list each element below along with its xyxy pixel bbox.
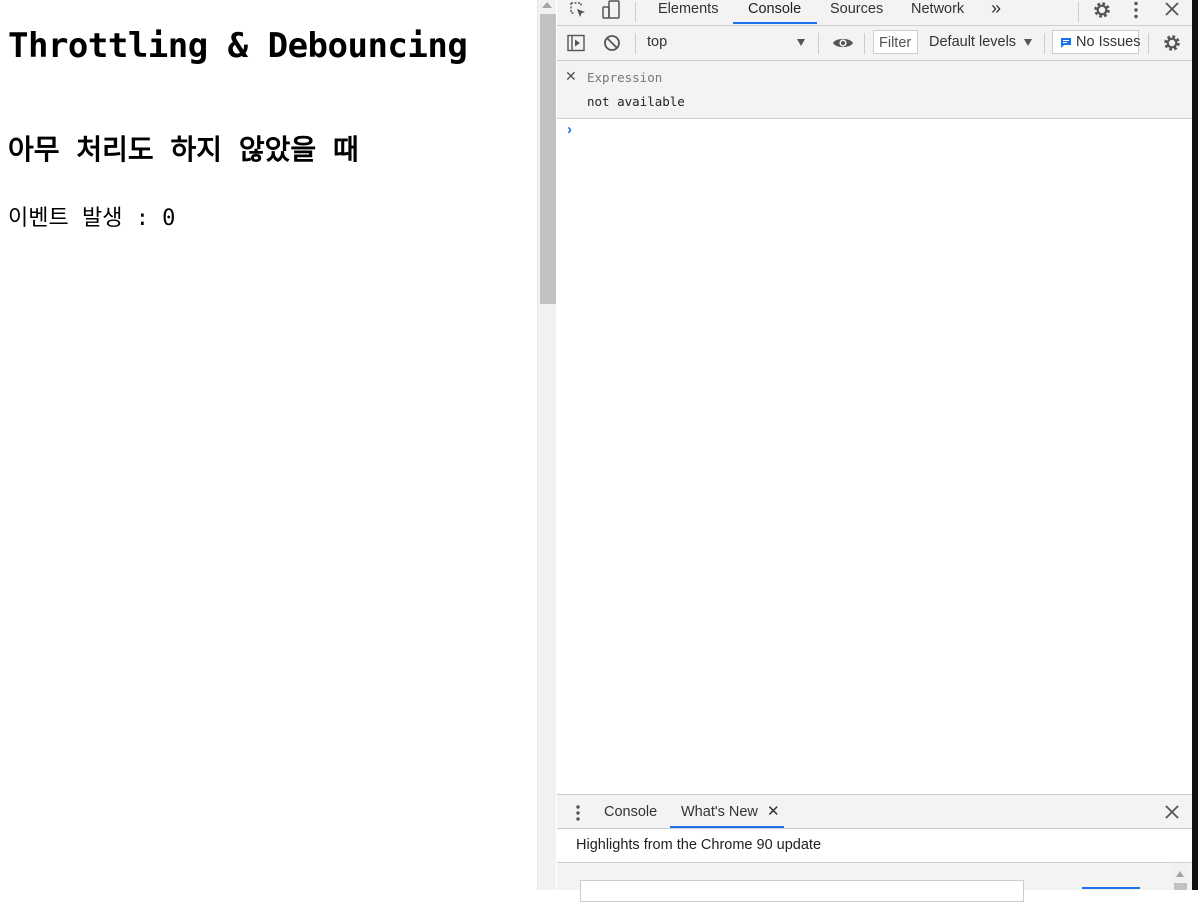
context-selector[interactable]: top (647, 34, 667, 50)
scroll-up-arrow-icon[interactable] (542, 2, 552, 8)
toolbar-divider (635, 33, 636, 54)
kebab-menu-icon[interactable] (1129, 0, 1143, 20)
whats-new-header: Highlights from the Chrome 90 update (557, 829, 1198, 863)
drawer-tab-bar: Console What's New ✕ (557, 794, 1198, 829)
issue-flag-icon (1061, 38, 1071, 48)
close-devtools-icon[interactable] (1164, 1, 1180, 17)
close-drawer-icon[interactable] (1165, 805, 1179, 819)
remove-expression-icon[interactable]: ✕ (565, 68, 577, 85)
expression-value: not available (587, 94, 685, 109)
web-page: Throttling & Debouncing 아무 처리도 하지 않았을 때 … (0, 0, 537, 890)
close-whats-new-tab-icon[interactable]: ✕ (767, 802, 780, 820)
levels-dropdown-arrow-icon[interactable] (1024, 39, 1032, 46)
window-edge (1192, 0, 1198, 890)
whats-new-content (557, 863, 1198, 902)
devtools-panel: Elements Console Sources Network » top F… (557, 0, 1198, 902)
sidebar-toggle-icon[interactable] (567, 34, 585, 52)
inspect-element-icon[interactable] (569, 1, 587, 19)
page-scrollbar[interactable] (537, 0, 556, 890)
toolbar-divider (864, 33, 865, 54)
drawer-tab-whats-new[interactable]: What's New (681, 804, 758, 820)
issues-label: No Issues (1076, 34, 1141, 50)
toolbar-divider (818, 33, 819, 54)
console-filter-input[interactable]: Filter (873, 30, 918, 54)
highlights-text: Highlights from the Chrome 90 update (576, 837, 822, 853)
more-tabs-icon[interactable]: » (991, 0, 1001, 19)
drawer-scrollbar[interactable] (1172, 863, 1189, 890)
page-subtitle: 아무 처리도 하지 않았을 때 (8, 133, 359, 166)
clear-console-icon[interactable] (603, 34, 621, 52)
drawer-tab-console[interactable]: Console (604, 804, 657, 820)
drawer-scrollbar-thumb[interactable] (1174, 883, 1187, 890)
toolbar-divider (1078, 2, 1079, 22)
tab-elements[interactable]: Elements (658, 1, 718, 17)
tab-network[interactable]: Network (911, 1, 964, 17)
toolbar-divider (1044, 33, 1045, 54)
drawer-scroll-up-icon[interactable] (1176, 871, 1184, 877)
device-toolbar-icon[interactable] (601, 0, 621, 20)
toolbar-divider (1148, 33, 1149, 54)
active-tab-indicator (733, 22, 817, 24)
tab-console[interactable]: Console (748, 1, 801, 17)
drawer-menu-icon[interactable] (572, 804, 584, 822)
console-prompt-icon[interactable]: › (567, 121, 572, 138)
drawer-active-tab-indicator (670, 826, 784, 828)
live-expression: ✕ Expression not available (557, 61, 1198, 119)
devtools-tab-bar: Elements Console Sources Network » (557, 0, 1198, 26)
whats-new-link-button[interactable] (1082, 887, 1140, 899)
console-settings-gear-icon[interactable] (1162, 33, 1182, 53)
log-levels-dropdown[interactable]: Default levels (929, 34, 1016, 50)
toolbar-divider (635, 2, 636, 22)
scrollbar-thumb[interactable] (540, 14, 556, 304)
eye-icon[interactable] (832, 35, 854, 51)
console-output[interactable]: › (557, 119, 1198, 794)
expression-name[interactable]: Expression (587, 70, 662, 85)
settings-gear-icon[interactable] (1092, 0, 1112, 20)
page-title: Throttling & Debouncing (8, 26, 468, 66)
whats-new-card (580, 880, 1024, 902)
tab-sources[interactable]: Sources (830, 1, 883, 17)
context-dropdown-arrow-icon[interactable] (797, 39, 805, 46)
issues-button[interactable]: No Issues (1052, 30, 1141, 54)
event-counter: 이벤트 발생 : 0 (8, 206, 176, 231)
console-toolbar: top Filter Default levels No Issues (557, 26, 1198, 61)
